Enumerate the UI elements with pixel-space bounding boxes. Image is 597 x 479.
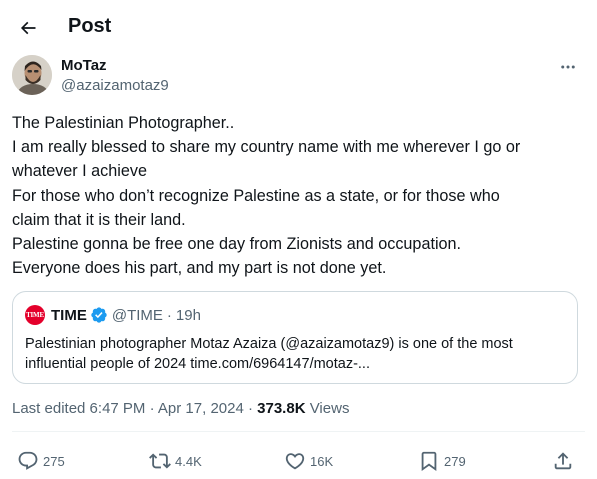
- share-button[interactable]: [552, 447, 574, 475]
- repost-icon: [149, 453, 171, 469]
- time-logo-avatar: TIME: [25, 305, 45, 325]
- more-icon: [561, 65, 575, 69]
- tweet-text: The Palestinian Photographer.. I am real…: [12, 111, 582, 280]
- like-button[interactable]: 16K: [284, 447, 333, 475]
- bookmark-icon: [421, 451, 437, 472]
- time-logo-text: TIME: [26, 311, 44, 319]
- quoted-tweet[interactable]: TIME TIME @TIME · 19h Palestinian photog…: [12, 291, 578, 384]
- tweet-line: Everyone does his part, and my part is n…: [12, 259, 387, 278]
- tweet-line: Palestine gonna be free one day from Zio…: [12, 235, 462, 254]
- back-button[interactable]: [12, 12, 44, 44]
- tweet-line: I am really blessed to share my country …: [12, 138, 521, 157]
- bookmark-count: 279: [444, 453, 466, 469]
- views-count: 373.8K: [257, 400, 306, 417]
- tweet-meta: Last edited 6:47 PM · Apr 17, 2024 · 373…: [12, 400, 349, 417]
- arrow-left-icon: [20, 21, 36, 35]
- author-row: MoTaz @azaizamotaz9: [12, 55, 582, 99]
- tweet-line: claim that it is their land.: [12, 210, 186, 229]
- share-icon: [554, 452, 572, 470]
- reply-icon: [18, 451, 38, 470]
- reply-count: 275: [43, 453, 65, 469]
- edited-timestamp[interactable]: Last edited 6:47 PM · Apr 17, 2024 ·: [12, 400, 257, 417]
- quoted-tweet-text: Palestinian photographer Motaz Azaiza (@…: [25, 334, 565, 374]
- tweet-line: whatever I achieve: [12, 162, 147, 181]
- avatar-photo: [12, 55, 52, 95]
- repost-count: 4.4K: [175, 453, 202, 469]
- page-title: Post: [68, 15, 112, 37]
- tweet-line: The Palestinian Photographer..: [12, 114, 235, 132]
- bookmark-button[interactable]: 279: [418, 447, 466, 475]
- views-label: Views: [305, 400, 350, 417]
- author-handle[interactable]: @azaizamotaz9: [61, 77, 169, 94]
- quoted-tweet-header: TIME TIME @TIME · 19h: [25, 305, 201, 325]
- quoted-author-name: TIME: [51, 306, 87, 324]
- repost-button[interactable]: 4.4K: [149, 447, 202, 475]
- tweet-line: For those who don’t recognize Palestine …: [12, 186, 500, 205]
- post-header: Post: [0, 0, 597, 56]
- more-options-button[interactable]: [556, 57, 580, 77]
- divider: [12, 431, 585, 432]
- avatar[interactable]: [12, 55, 52, 95]
- heart-icon: [285, 453, 305, 470]
- quoted-line: influential people of 2024 time.com/6964…: [25, 356, 370, 372]
- quoted-author-handle: @TIME: [111, 306, 163, 324]
- separator-dot: ·: [166, 306, 172, 324]
- author-name[interactable]: MoTaz: [61, 57, 107, 74]
- action-bar: 275 4.4K 16K 279: [0, 447, 597, 475]
- quoted-timestamp: 19h: [175, 306, 201, 324]
- quoted-line: Palestinian photographer Motaz Azaiza (@…: [25, 336, 513, 352]
- reply-button[interactable]: 275: [17, 447, 65, 475]
- verified-badge-icon: [90, 306, 108, 324]
- like-count: 16K: [310, 453, 334, 469]
